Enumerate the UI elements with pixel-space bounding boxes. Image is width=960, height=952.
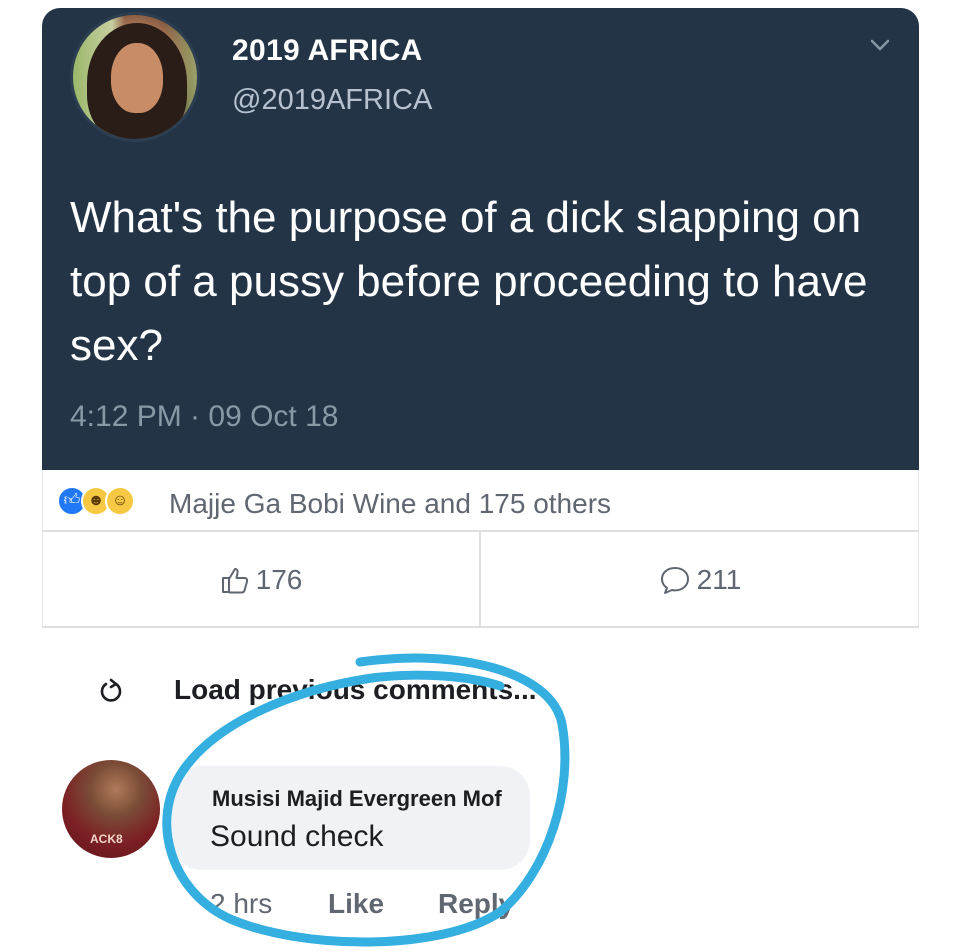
like-button[interactable]: 176 xyxy=(43,532,481,628)
action-bar: 176 211 xyxy=(42,532,919,628)
post-card: 2019 AFRICA @2019AFRICA What's the purpo… xyxy=(42,8,919,952)
reactions-summary[interactable]: Majje Ga Bobi Wine and 175 others xyxy=(169,488,611,520)
tweet-handle[interactable]: @2019AFRICA xyxy=(232,84,432,117)
refresh-icon xyxy=(100,678,122,702)
comment-bubble: Musisi Majid Evergreen Mof Sound check xyxy=(172,766,530,870)
comment-author[interactable]: Musisi Majid Evergreen Mof xyxy=(212,786,502,812)
comment-avatar[interactable]: ACK8 xyxy=(62,760,160,858)
tweet-text: What's the purpose of a dick slapping on… xyxy=(70,193,868,370)
thumbs-up-icon xyxy=(221,568,248,594)
comment-count: 211 xyxy=(696,564,742,595)
tweet-screenshot: 2019 AFRICA @2019AFRICA What's the purpo… xyxy=(42,8,919,470)
wow-reaction-icon: ☺ xyxy=(105,486,135,516)
comment-time[interactable]: 2 hrs xyxy=(210,888,272,920)
comment-icon xyxy=(660,567,689,594)
comment-button[interactable]: 211 xyxy=(481,532,919,628)
reactions-bar[interactable]: 👍︎ ☻ ☺ Majje Ga Bobi Wine and 175 others xyxy=(42,470,919,532)
comment-like-button[interactable]: Like xyxy=(328,888,384,920)
comment-body: Sound check xyxy=(210,820,384,853)
chevron-down-icon[interactable] xyxy=(869,34,891,56)
like-count: 176 xyxy=(255,564,303,595)
load-previous-label[interactable]: Load previous comments... xyxy=(174,674,537,706)
avatar-caption: ACK8 xyxy=(90,832,123,846)
reaction-icons: 👍︎ ☻ ☺ xyxy=(57,486,167,516)
load-previous-comments[interactable]: Load previous comments... xyxy=(42,658,919,718)
tweet-timestamp: 4:12 PM · 09 Oct 18 xyxy=(70,400,339,433)
tweet-display-name[interactable]: 2019 AFRICA xyxy=(232,34,423,68)
comment-reply-button[interactable]: Reply xyxy=(438,888,514,920)
tweet-avatar[interactable] xyxy=(70,12,200,142)
